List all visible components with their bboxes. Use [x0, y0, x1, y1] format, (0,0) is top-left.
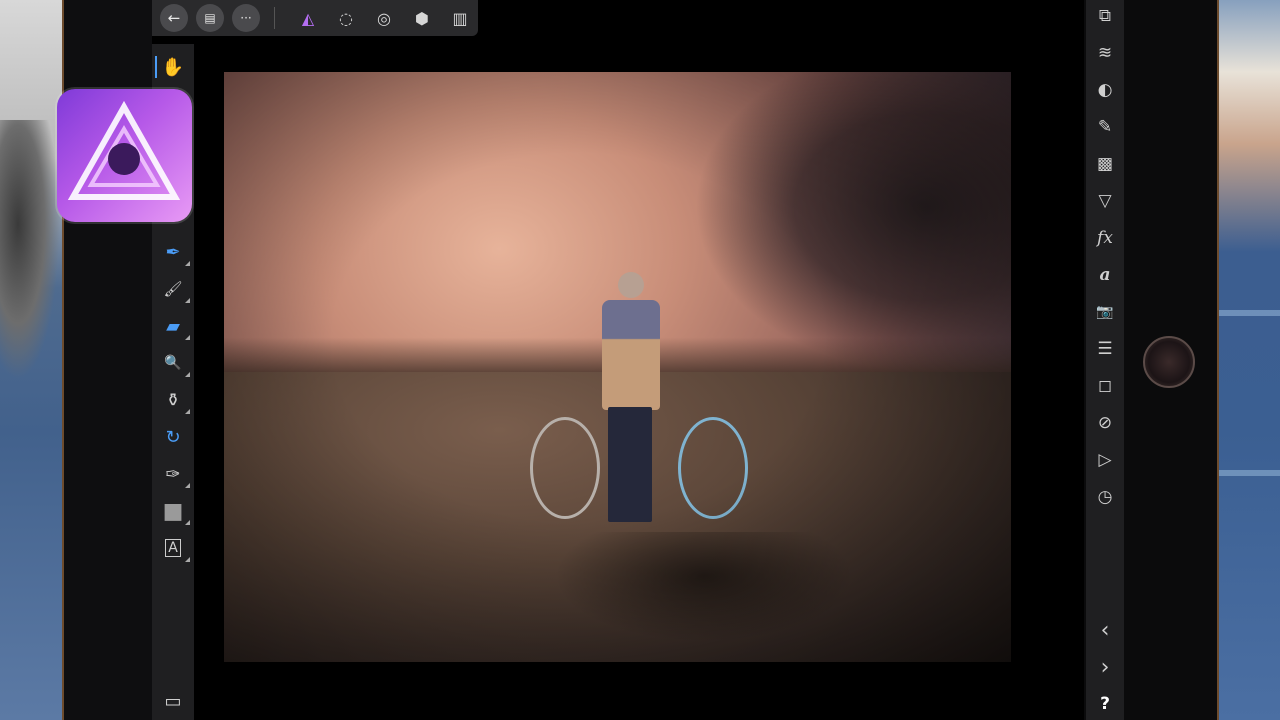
hand-tool-icon[interactable]: ✋: [152, 50, 194, 84]
fx-icon[interactable]: fx: [1086, 222, 1124, 254]
document-icon[interactable]: ▤: [196, 4, 224, 32]
text-tool-icon[interactable]: A: [152, 531, 194, 565]
color-icon[interactable]: ◐: [1086, 74, 1124, 106]
layers-icon[interactable]: ≋: [1086, 37, 1124, 69]
back-icon[interactable]: ←: [160, 4, 188, 32]
develop-persona-icon[interactable]: ⬢: [407, 3, 437, 33]
photo-persona-icon[interactable]: ◭: [293, 3, 323, 33]
text-styles-icon[interactable]: a: [1086, 259, 1124, 291]
camera-icon[interactable]: 📷: [1086, 296, 1124, 328]
undo-brush-tool-icon[interactable]: ↻: [152, 420, 194, 454]
document-canvas[interactable]: [224, 72, 1011, 662]
quick-mask-tool-icon[interactable]: ▭: [152, 684, 194, 718]
rectangle-tool-icon[interactable]: ■: [152, 494, 194, 528]
block-icon[interactable]: ⊘: [1086, 407, 1124, 439]
navigator-icon[interactable]: ⧉: [1086, 0, 1124, 32]
studio-panel: ⧉ ≋ ◐ ✎ ▩ ▽ fx a 📷 ☰ ◻ ⊘ ▷ ◷ ‹ › ?: [1086, 0, 1124, 720]
transform-icon[interactable]: ◻: [1086, 370, 1124, 402]
liquify-persona-icon[interactable]: ◎: [369, 3, 399, 33]
macro-icon[interactable]: ▷: [1086, 444, 1124, 476]
adjustments-icon[interactable]: ☰: [1086, 333, 1124, 365]
color-picker-tool-icon[interactable]: ✒: [152, 235, 194, 269]
selection-persona-icon[interactable]: ◌: [331, 3, 361, 33]
brushes-icon[interactable]: ✎: [1086, 111, 1124, 143]
affinity-photo-logo: [57, 89, 192, 222]
photo-vignette: [224, 72, 1011, 662]
tone-map-persona-icon[interactable]: ▥: [445, 3, 475, 33]
history-icon[interactable]: ◷: [1086, 481, 1124, 513]
top-toolbar: ← ▤ ··· ◭ ◌ ◎ ⬢ ▥: [152, 0, 478, 36]
tablet-home-button[interactable]: [1143, 336, 1195, 388]
pen-tool-icon[interactable]: ✑: [152, 457, 194, 491]
eraser-tool-icon[interactable]: ▰: [152, 309, 194, 343]
clone-tool-icon[interactable]: ⚱: [152, 383, 194, 417]
collapse-right-icon[interactable]: ›: [1086, 651, 1124, 683]
filters-icon[interactable]: ▽: [1086, 185, 1124, 217]
more-icon[interactable]: ···: [232, 4, 260, 32]
dodge-tool-icon[interactable]: 🔍: [152, 346, 194, 380]
collapse-left-icon[interactable]: ‹: [1086, 614, 1124, 646]
channels-icon[interactable]: ▩: [1086, 148, 1124, 180]
help-icon[interactable]: ?: [1086, 688, 1124, 720]
paint-brush-tool-icon[interactable]: 🖌: [152, 272, 194, 306]
toolbar-divider: [274, 7, 275, 29]
